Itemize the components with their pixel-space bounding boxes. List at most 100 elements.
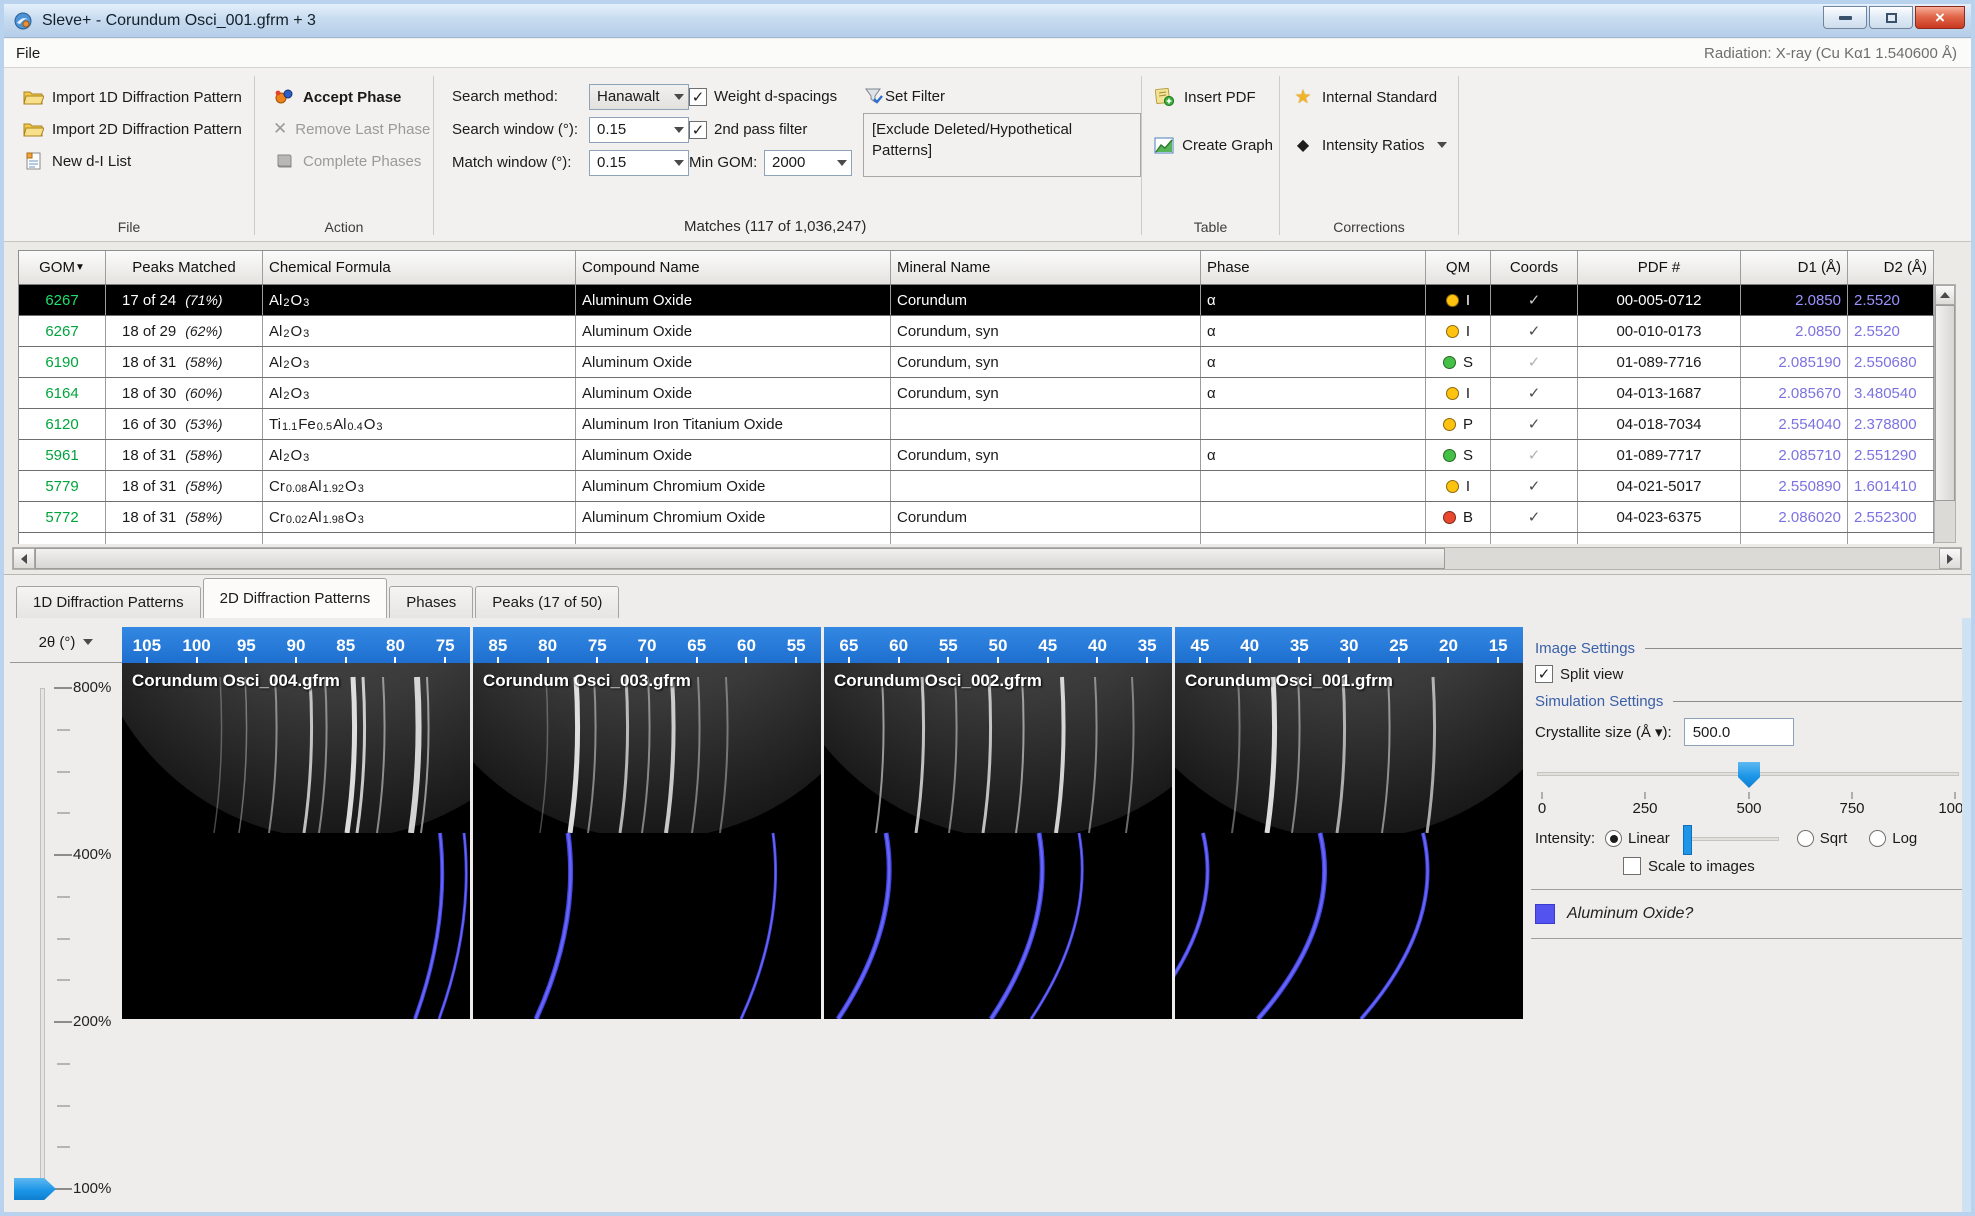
tab-2d-diffraction-patterns[interactable]: 2D Diffraction Patterns <box>203 578 388 618</box>
match-window-value: 0.15 <box>597 154 626 171</box>
scroll-right-button[interactable] <box>1939 548 1961 569</box>
table-row[interactable]: 626718 of 29(62%)Al2O3Aluminum OxideCoru… <box>19 316 1934 347</box>
match-window-input[interactable]: 0.15 <box>589 150 689 176</box>
right-edge-strip <box>1962 618 1971 1212</box>
horizontal-scroll-thumb[interactable] <box>35 548 1445 569</box>
internal-standard-button[interactable]: ★ Internal Standard <box>1286 82 1458 112</box>
column-header-peaks-matched[interactable]: Peaks Matched <box>106 251 263 284</box>
intensity-option-log[interactable]: Log <box>1869 830 1917 847</box>
table-row-partial <box>19 533 1934 544</box>
intensity-option-linear[interactable]: Linear <box>1605 830 1670 847</box>
menu-file[interactable]: File <box>4 39 52 67</box>
cell-peaks-matched: 18 of 31(58%) <box>106 347 263 377</box>
scale-tick: 25 <box>1374 627 1424 663</box>
table-vertical-scrollbar[interactable] <box>1934 284 1956 543</box>
remove-last-phase-label: Remove Last Phase <box>295 121 430 138</box>
cell-compound-name: Aluminum Chromium Oxide <box>576 502 891 532</box>
table-horizontal-scrollbar[interactable] <box>12 547 1962 570</box>
second-pass-filter-checkbox[interactable]: ✓ 2nd pass filter <box>689 113 863 146</box>
cell-mineral-name: Corundum <box>891 285 1201 315</box>
restore-button[interactable] <box>1869 6 1913 29</box>
new-di-list-button[interactable]: New d-I List <box>16 146 254 176</box>
tab-phases[interactable]: Phases <box>389 586 473 618</box>
column-header-mineral-name[interactable]: Mineral Name <box>891 251 1201 284</box>
insert-pdf-button[interactable]: Insert PDF <box>1148 82 1279 112</box>
search-window-input[interactable]: 0.15 <box>589 117 689 143</box>
diffraction-image[interactable]: Corundum Osci_003.gfrm <box>473 663 821 1019</box>
column-header-gom[interactable]: GOM ▼ <box>19 251 106 284</box>
search-method-select[interactable]: Hanawalt <box>589 84 689 110</box>
table-row[interactable]: 596118 of 31(58%)Al2O3Aluminum OxideCoru… <box>19 440 1934 471</box>
zoom-slider-thumb[interactable] <box>14 1178 56 1200</box>
table-row[interactable]: 612016 of 30(53%)Ti1.1Fe0.5Al0.4O3Alumin… <box>19 409 1934 440</box>
scroll-up-button[interactable] <box>1935 285 1955 305</box>
complete-phases-button[interactable]: Complete Phases <box>267 146 433 176</box>
weight-d-spacings-checkbox[interactable]: ✓ Weight d-spacings <box>689 80 863 113</box>
column-header-pdf-[interactable]: PDF # <box>1578 251 1741 284</box>
internal-standard-label: Internal Standard <box>1322 89 1437 106</box>
scale-tick: 60 <box>722 627 772 663</box>
set-filter-button[interactable]: Set Filter <box>863 80 1141 113</box>
crystallite-size-input[interactable]: 500.0 <box>1684 718 1794 746</box>
diffraction-image[interactable]: Corundum Osci_001.gfrm <box>1175 663 1523 1019</box>
ruler-major-tick <box>54 687 72 689</box>
close-button[interactable]: × <box>1915 6 1965 29</box>
remove-last-phase-button[interactable]: ✕ Remove Last Phase <box>267 114 433 144</box>
intensity-slider-handle[interactable] <box>1683 825 1692 855</box>
import-2d-button[interactable]: Import 2D Diffraction Pattern <box>16 114 254 144</box>
create-graph-button[interactable]: Create Graph <box>1148 130 1279 160</box>
crystallite-size-slider[interactable]: 02505007501000 <box>1533 760 1963 814</box>
diffraction-image[interactable]: Corundum Osci_004.gfrm <box>122 663 470 1019</box>
table-row[interactable]: 619018 of 31(58%)Al2O3Aluminum OxideCoru… <box>19 347 1934 378</box>
remove-icon: ✕ <box>273 119 287 139</box>
split-view-checkbox[interactable]: ✓ Split view <box>1535 665 1965 683</box>
toolbar-spacer <box>1459 68 1971 241</box>
column-header-phase[interactable]: Phase <box>1201 251 1426 284</box>
diffraction-image[interactable]: Corundum Osci_002.gfrm <box>824 663 1172 1019</box>
column-header-d2-[interactable]: D2 (Å) <box>1848 251 1934 284</box>
scale-tick: 105 <box>122 627 172 663</box>
intensity-option-sqrt[interactable]: Sqrt <box>1797 830 1848 847</box>
divider <box>1673 701 1965 702</box>
column-header-qm[interactable]: QM <box>1426 251 1491 284</box>
cell-peaks-matched: 18 of 31(58%) <box>106 502 263 532</box>
column-header-coords[interactable]: Coords <box>1491 251 1578 284</box>
cell-d1: 2.086020 <box>1741 502 1848 532</box>
column-header-d1-[interactable]: D1 (Å) <box>1741 251 1848 284</box>
viewer-region: 2θ (°) 800%400%200%100% 1051009590858075… <box>4 618 1971 1212</box>
column-header-chemical-formula[interactable]: Chemical Formula <box>263 251 576 284</box>
intensity-ratios-button[interactable]: ◆ Intensity Ratios <box>1286 130 1458 160</box>
table-row[interactable]: 626717 of 24(71%)Al2O3Aluminum OxideCoru… <box>19 285 1934 316</box>
settings-panel: Image Settings ✓ Split view Simulation S… <box>1531 630 1965 953</box>
vertical-scroll-thumb[interactable] <box>1935 305 1955 501</box>
column-header-compound-name[interactable]: Compound Name <box>576 251 891 284</box>
accept-phase-button[interactable]: Accept Phase <box>267 82 433 112</box>
axis-unit-select[interactable]: 2θ (°) <box>10 622 122 663</box>
min-gom-label: Min GOM: <box>689 154 764 171</box>
table-row[interactable]: 616418 of 30(60%)Al2O3Aluminum OxideCoru… <box>19 378 1934 409</box>
slider-tick <box>1851 792 1853 799</box>
cell-gom: 6267 <box>19 316 106 346</box>
pattern-panel: 65605550454035Corundum Osci_002.gfrm <box>824 627 1172 1019</box>
min-gom-input[interactable]: 2000 <box>764 150 852 176</box>
cell-empty <box>891 533 1201 544</box>
slider-thumb[interactable] <box>1738 762 1760 788</box>
cell-d1: 2.550890 <box>1741 471 1848 501</box>
cell-empty <box>263 533 576 544</box>
zoom-slider-track[interactable] <box>40 688 45 1189</box>
minimize-button[interactable] <box>1823 6 1867 29</box>
table-row[interactable]: 577918 of 31(58%)Cr0.08Al1.92O3Aluminum … <box>19 471 1934 502</box>
tab-peaks-17-of-50-[interactable]: Peaks (17 of 50) <box>475 586 619 618</box>
tab-1d-diffraction-patterns[interactable]: 1D Diffraction Patterns <box>16 586 201 618</box>
phase-legend-item[interactable]: Aluminum Oxide? <box>1535 904 1965 924</box>
cell-d2: 1.601410 <box>1848 471 1934 501</box>
scroll-left-button[interactable] <box>13 548 35 569</box>
intensity-slider-track[interactable] <box>1684 837 1779 841</box>
scale-to-images-checkbox[interactable]: Scale to images <box>1623 857 1965 875</box>
scale-tick: 45 <box>1175 627 1225 663</box>
table-row[interactable]: 577218 of 31(58%)Cr0.02Al1.98O3Aluminum … <box>19 502 1934 533</box>
scale-tick: 100 <box>172 627 222 663</box>
radio-icon <box>1869 830 1886 847</box>
accept-phase-label: Accept Phase <box>303 89 401 106</box>
import-1d-button[interactable]: Import 1D Diffraction Pattern <box>16 82 254 112</box>
